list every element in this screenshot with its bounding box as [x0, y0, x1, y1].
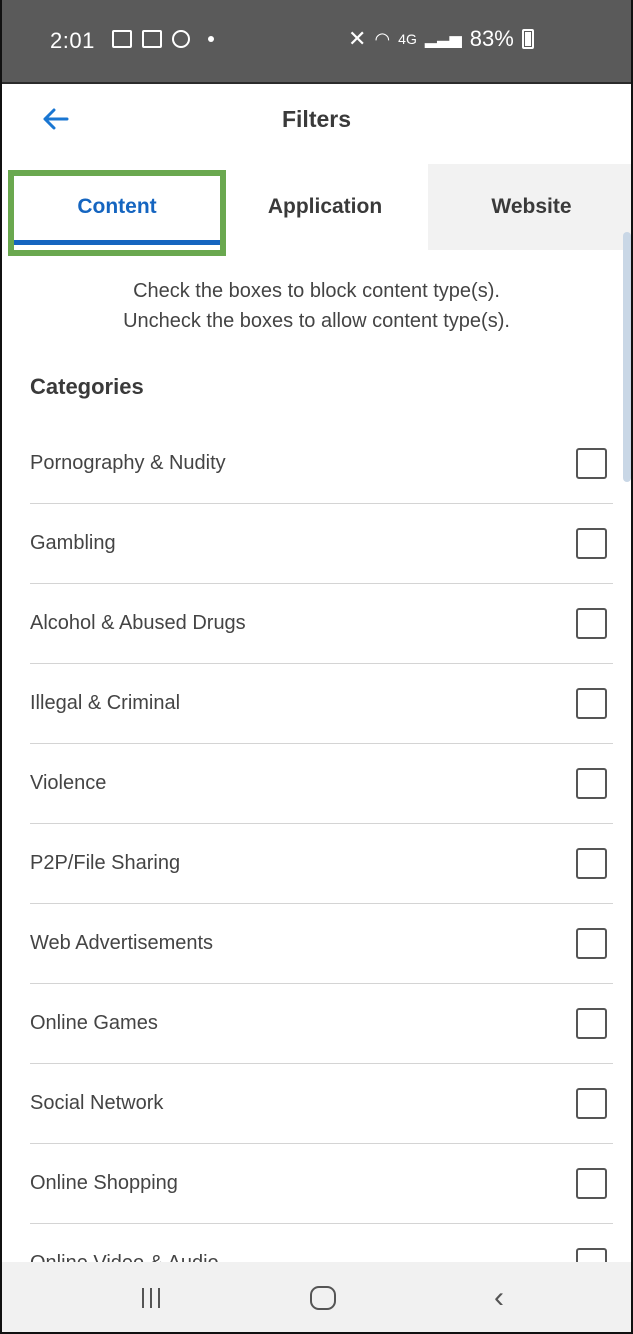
categories-heading: Categories — [30, 374, 144, 399]
category-label: Illegal & Criminal — [30, 692, 181, 714]
notification-icons — [112, 30, 214, 48]
tab-bar: Content Application Website — [2, 164, 631, 250]
instructions: Check the boxes to block content type(s)… — [2, 276, 631, 336]
image-icon — [112, 30, 132, 48]
mute-icon: ✕ — [348, 26, 367, 51]
instructions-line-1: Check the boxes to block content type(s)… — [133, 280, 500, 302]
app-icon — [142, 30, 162, 48]
message-icon — [172, 30, 190, 48]
wifi-icon: ◠ — [374, 28, 391, 49]
category-label: P2P/File Sharing — [30, 852, 181, 874]
top-app-bar: Filters — [2, 84, 631, 164]
category-list: Pornography & Nudity Gambling Alcohol & … — [30, 424, 613, 1304]
status-time: 2:01 — [50, 28, 95, 53]
category-checkbox[interactable] — [576, 928, 607, 959]
network-label: 4G — [398, 31, 417, 47]
list-item[interactable]: Alcohol & Abused Drugs — [30, 584, 613, 664]
category-label: Gambling — [30, 532, 116, 554]
category-checkbox[interactable] — [576, 848, 607, 879]
status-right: ✕ ◠ 4G ▂▃▅ 83% — [348, 26, 534, 52]
more-dot-icon — [208, 36, 214, 42]
status-bar: 2:01 ✕ ◠ 4G ▂▃▅ 83% — [2, 0, 631, 84]
category-checkbox[interactable] — [576, 528, 607, 559]
category-checkbox[interactable] — [576, 1168, 607, 1199]
instructions-line-2: Uncheck the boxes to allow content type(… — [123, 310, 510, 332]
list-item[interactable]: Pornography & Nudity — [30, 424, 613, 504]
category-label: Web Advertisements — [30, 932, 214, 954]
list-item[interactable]: Online Shopping — [30, 1144, 613, 1224]
tab-website[interactable]: Website — [428, 164, 631, 250]
list-item[interactable]: Social Network — [30, 1064, 613, 1144]
category-label: Online Games — [30, 1012, 158, 1034]
list-item[interactable]: P2P/File Sharing — [30, 824, 613, 904]
recent-apps-icon — [142, 1288, 160, 1308]
home-icon — [310, 1286, 336, 1310]
category-label: Pornography & Nudity — [30, 452, 226, 474]
list-item[interactable]: Web Advertisements — [30, 904, 613, 984]
page-title: Filters — [281, 106, 352, 132]
category-label: Online Shopping — [30, 1172, 178, 1194]
list-item[interactable]: Violence — [30, 744, 613, 824]
scroll-indicator[interactable] — [623, 232, 631, 482]
category-label: Violence — [30, 772, 107, 794]
category-checkbox[interactable] — [576, 1008, 607, 1039]
list-item[interactable]: Online Games — [30, 984, 613, 1064]
system-back-button[interactable]: ‹ — [454, 1262, 544, 1332]
category-checkbox[interactable] — [576, 608, 607, 639]
system-nav-bar: ‹ — [2, 1262, 631, 1332]
app-frame: 2:01 ✕ ◠ 4G ▂▃▅ 83% Filters Content Appl… — [0, 0, 633, 1334]
signal-icon: ▂▃▅ — [424, 31, 462, 48]
battery-icon — [521, 29, 534, 49]
category-checkbox[interactable] — [576, 1088, 607, 1119]
tab-selected-indicator — [14, 240, 220, 245]
home-button[interactable] — [278, 1262, 368, 1332]
tab-application[interactable]: Application — [224, 164, 426, 250]
chevron-left-icon: ‹ — [494, 1281, 504, 1314]
tab-content[interactable]: Content — [10, 164, 224, 250]
category-checkbox[interactable] — [576, 688, 607, 719]
list-item[interactable]: Illegal & Criminal — [30, 664, 613, 744]
category-label: Social Network — [30, 1092, 164, 1114]
category-checkbox[interactable] — [576, 768, 607, 799]
category-checkbox[interactable] — [576, 448, 607, 479]
battery-percent: 83% — [469, 26, 514, 51]
list-item[interactable]: Gambling — [30, 504, 613, 584]
category-label: Alcohol & Abused Drugs — [30, 612, 246, 634]
recent-apps-button[interactable] — [106, 1262, 196, 1332]
